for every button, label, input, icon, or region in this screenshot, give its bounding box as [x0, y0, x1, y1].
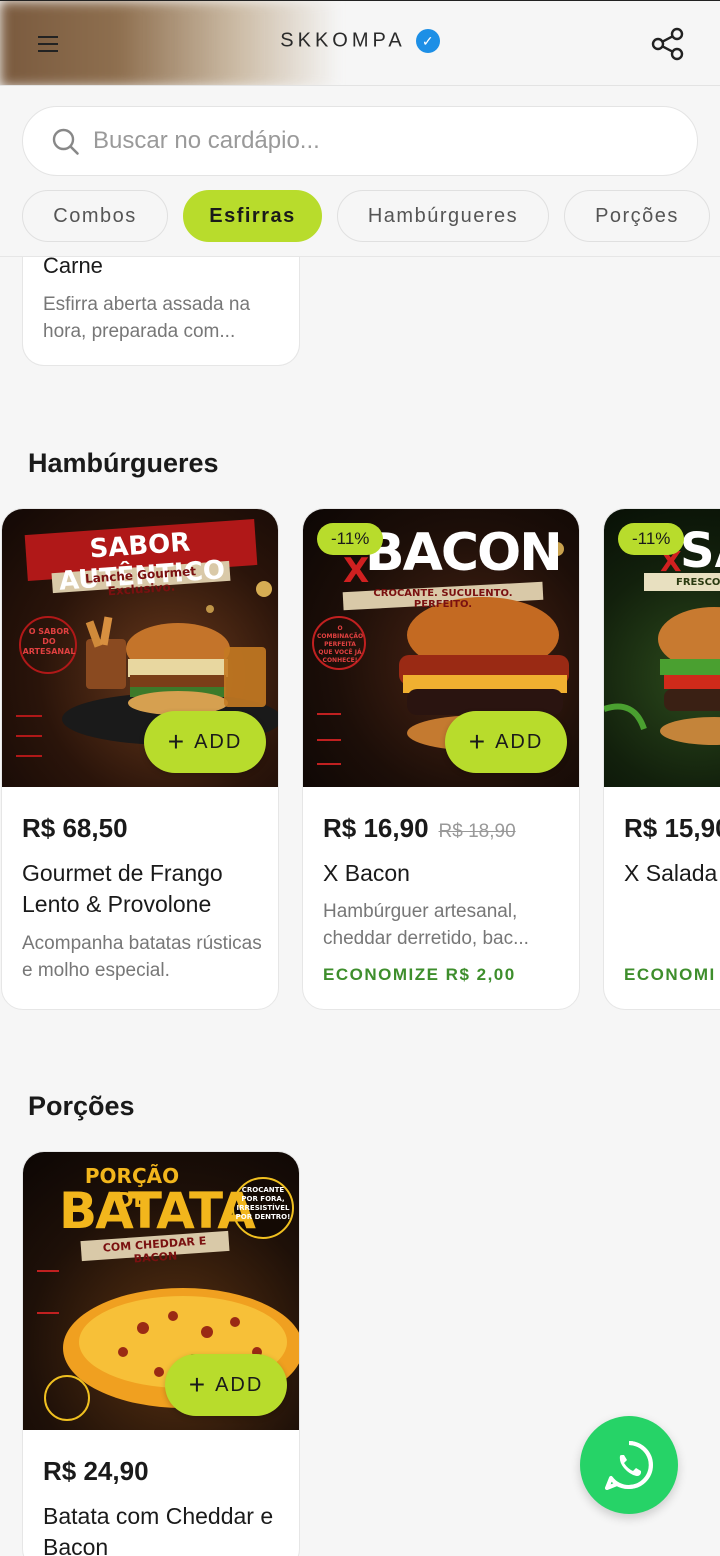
section-title-porcoes: Porções: [28, 1091, 135, 1121]
search-input[interactable]: [93, 121, 673, 161]
whatsapp-icon: [605, 1441, 653, 1490]
product-name: X Salada: [624, 860, 718, 886]
category-tabs: Combos Esfirras Hambúrgueres Porções: [0, 190, 720, 256]
plus-icon: +: [468, 726, 488, 757]
product-name: Carne: [43, 257, 103, 278]
section-title-hamburgueres: Hambúrgueres: [28, 448, 219, 478]
product-name: Batata com Cheddar e Bacon: [43, 1503, 274, 1556]
discount-badge: -11%: [317, 523, 384, 555]
product-price: R$ 68,50: [22, 813, 128, 843]
savings-text: ECONOMIZE R$ 2,00: [323, 965, 516, 984]
poster-subtitle: FRESCO. L: [676, 577, 720, 588]
plus-icon: +: [188, 1369, 208, 1400]
poster-prefix: X: [343, 551, 370, 591]
product-card-batata[interactable]: PORÇÃO DE BATATA COM CHEDDAR E BACON CRO…: [22, 1151, 300, 1556]
product-description: Hambúrguer artesanal, cheddar derretido,…: [323, 901, 529, 949]
store-name: SKKOMPA: [280, 29, 406, 52]
store-brand: SKKOMPA ✓: [0, 29, 720, 53]
verified-icon: ✓: [415, 29, 440, 53]
poster-title: SA: [680, 523, 720, 579]
product-card-x-bacon[interactable]: X BACON CROCANTE. SUCULENTO. PERFEITO. O…: [302, 508, 580, 1010]
tab-esfirras[interactable]: Esfirras: [183, 190, 322, 242]
share-icon[interactable]: [648, 26, 688, 62]
add-button[interactable]: + ADD: [445, 711, 567, 773]
add-button[interactable]: + ADD: [144, 711, 266, 773]
poster-title: BATATA: [59, 1182, 256, 1240]
poster-subtitle: CROCANTE. SUCULENTO. PERFEITO.: [373, 588, 513, 610]
product-name: Gourmet de Frango Lento & Provolone: [22, 860, 223, 917]
app-header: SKKOMPA ✓: [0, 0, 720, 86]
poster-note: O COMBINAÇÃO PERFEITA QUE VOCÊ JÁ CONHEC…: [317, 625, 364, 664]
product-card-gourmet-frango[interactable]: SABOR AUTÊNTICO Lanche Gourmet Exclusivo…: [1, 508, 279, 1010]
search-bar[interactable]: [22, 106, 698, 176]
poster-note: O SABOR DO ARTESANAL: [22, 627, 76, 656]
discount-badge: -11%: [618, 523, 685, 555]
whatsapp-button[interactable]: [580, 1416, 678, 1514]
tab-porcoes[interactable]: Porções: [564, 190, 710, 242]
product-price: R$ 24,90: [43, 1456, 149, 1486]
poster-title: BACON: [365, 523, 563, 583]
product-description: Esfirra aberta assada na hora, preparada…: [43, 294, 251, 342]
add-button[interactable]: + ADD: [165, 1354, 287, 1416]
search-icon: [52, 128, 79, 155]
savings-text: ECONOMI: [624, 965, 716, 984]
original-price: R$ 18,90: [438, 821, 516, 842]
product-name: X Bacon: [323, 860, 410, 886]
product-price: R$ 15,90: [624, 813, 720, 843]
product-price: R$ 16,90 R$ 18,90: [323, 813, 516, 843]
plus-icon: +: [167, 726, 187, 757]
poster-note: CROCANTE POR FORA, IRRESISTÍVEL POR DENT…: [235, 1186, 291, 1221]
product-card-carne-visible[interactable]: Carne Esfirra aberta assada na hora, pre…: [22, 257, 300, 366]
tab-combos[interactable]: Combos: [22, 190, 168, 242]
tab-hamburgueres[interactable]: Hambúrgueres: [337, 190, 549, 242]
product-description: Acompanha batatas rústicas e molho espec…: [22, 933, 262, 981]
product-card-x-salada[interactable]: X SA FRESCO. L -11% R$ 15,90 X Salada EC…: [603, 508, 720, 1010]
